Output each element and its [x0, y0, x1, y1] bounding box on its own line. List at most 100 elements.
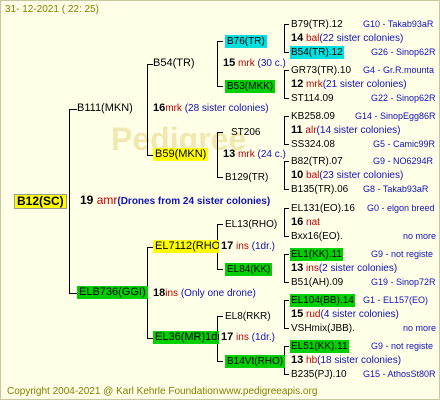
- gen1-kind-1: ins: [165, 288, 179, 299]
- connector-line: [284, 70, 285, 99]
- connector-line: [284, 116, 285, 145]
- gen4-kind-1: bal: [306, 33, 320, 44]
- gen2-num-2: 17: [221, 240, 234, 252]
- gen4-queen-8[interactable]: SS324.08: [291, 138, 335, 151]
- gen3-queen-3[interactable]: B129(TR): [225, 171, 268, 184]
- gen4-note-4: (21 sister colonies): [322, 79, 407, 90]
- gen4-num-4: 12: [291, 78, 304, 90]
- gen4-right-9: G9 - NO6294R: [373, 156, 434, 166]
- connector-line: [217, 41, 223, 42]
- gen4-mating-22: 13 hb(18 sister colonies): [291, 354, 401, 367]
- gen4-kind-4: mrk: [306, 79, 323, 90]
- gen4-num-7: 11: [291, 124, 303, 136]
- connector-line: [284, 374, 289, 375]
- connector-line: [217, 269, 223, 270]
- connector-line: [284, 70, 289, 71]
- gen2-queen-0[interactable]: B54(TR): [153, 57, 195, 70]
- gen1-queen-0[interactable]: B111(MKN): [77, 102, 133, 115]
- connector-line: [217, 224, 223, 225]
- gen2-mating-1: 13 mrk (24 c.): [223, 148, 286, 161]
- gen4-num-13: 16: [291, 216, 304, 228]
- gen4-queen-6[interactable]: KB258.09: [291, 110, 335, 123]
- gen4-mating-1: 14 bal(22 sister colonies): [291, 32, 403, 45]
- gen4-mating-16: 13 ins(2 sister colonies): [291, 262, 397, 275]
- gen4-queen-15[interactable]: EL1(KK).11: [290, 248, 343, 261]
- gen4-right-12: G0 - elgon breed: [367, 203, 435, 213]
- gen4-right-2: G26 - Sinop62R: [371, 47, 436, 57]
- connector-line: [284, 98, 289, 99]
- connector-line: [69, 293, 77, 294]
- gen4-queen-12[interactable]: EL131(EO).16: [291, 202, 355, 215]
- connector-line: [284, 282, 289, 283]
- connector-line: [284, 300, 285, 329]
- gen2-num-3: 17: [221, 331, 234, 343]
- gen2-kind-1: mrk: [238, 149, 255, 160]
- gen4-queen-2[interactable]: B54(TR).12: [290, 46, 344, 59]
- gen4-kind-13: nat: [306, 217, 320, 228]
- gen2-note-0: (30 c.): [257, 58, 286, 69]
- gen4-right-21: G9 - not registe: [371, 341, 434, 351]
- root-kind: amr: [96, 193, 118, 207]
- root-queen[interactable]: B12(SC): [14, 194, 67, 209]
- gen4-queen-11[interactable]: B135(TR).06: [291, 183, 348, 196]
- connector-line: [284, 346, 289, 347]
- gen4-queen-17[interactable]: B51(AH).09: [291, 276, 343, 289]
- gen4-mating-10: 10 bal(23 sister colonies): [291, 169, 403, 182]
- gen3-queen-5[interactable]: EL84(KK): [225, 263, 273, 276]
- connector-line: [217, 86, 223, 87]
- connector-line: [217, 132, 223, 133]
- gen4-queen-3[interactable]: GR73(TR).10: [291, 64, 351, 77]
- gen4-queen-9[interactable]: B82(TR).07: [291, 155, 343, 168]
- gen2-queen-1[interactable]: B59(MKN): [153, 148, 209, 161]
- pedigree-diagram: Pedigree 31- 12-2021 ( 22: 25) B12(SC) 1…: [0, 0, 440, 400]
- gen4-right-6: G14 - SinopEgg86R: [355, 111, 436, 121]
- gen4-queen-23[interactable]: B235(PJ).10: [291, 368, 347, 381]
- gen4-queen-5[interactable]: ST114.09: [291, 92, 334, 105]
- gen3-queen-4[interactable]: EL13(RHO): [225, 218, 277, 231]
- gen4-queen-14[interactable]: Bxx16(EO).: [291, 230, 343, 243]
- gen4-queen-0[interactable]: B79(TR).12: [291, 18, 343, 31]
- connector-line: [284, 161, 285, 190]
- gen4-num-22: 13: [291, 354, 304, 366]
- gen4-queen-18[interactable]: EL104(BB).14: [290, 294, 355, 307]
- gen4-right-15: G9 - not registe: [371, 249, 434, 259]
- gen3-queen-0[interactable]: B76(TR): [225, 35, 267, 48]
- connector-line: [69, 109, 77, 110]
- gen4-queen-20[interactable]: VSHmix(JBB).: [291, 322, 355, 335]
- connector-line: [284, 144, 289, 145]
- connector-line: [284, 254, 289, 255]
- gen4-right-8: G5 - Camic99R: [373, 139, 436, 149]
- gen4-right-5: G22 - Sinop62R: [371, 93, 436, 103]
- gen2-note-1: (24 c.): [257, 149, 286, 160]
- connector-line: [217, 41, 218, 87]
- gen4-mating-4: 12 mrk(21 sister colonies): [291, 78, 407, 91]
- connector-line: [284, 236, 289, 237]
- connector-line: [69, 109, 70, 294]
- gen2-num-1: 13: [223, 148, 236, 160]
- gen2-kind-2: ins: [236, 241, 249, 252]
- gen1-mating-1: 18ins (Only one drone): [153, 287, 256, 300]
- gen3-queen-6[interactable]: EL8(RKR): [225, 310, 271, 323]
- gen4-right-23: G15 - AthosSt80R: [363, 369, 436, 379]
- gen1-note-1: (Only one drone): [180, 288, 256, 299]
- gen4-note-22: (18 sister colonies): [317, 355, 402, 366]
- gen4-kind-16: ins: [306, 263, 319, 274]
- gen4-note-19: (4 sister colonies): [320, 309, 399, 320]
- gen4-note-10: (23 sister colonies): [319, 170, 404, 181]
- gen4-kind-19: rud: [306, 309, 321, 320]
- gen3-queen-1[interactable]: B53(MKK): [225, 80, 276, 93]
- gen4-mating-7: 11 alr(14 sister colonies): [291, 124, 400, 137]
- gen3-queen-2[interactable]: ST206: [231, 126, 260, 139]
- gen2-queen-2[interactable]: EL7112(RHO): [153, 240, 219, 253]
- gen4-queen-21[interactable]: EL51(KK).11: [290, 340, 349, 353]
- gen1-queen-1[interactable]: ELB736(GGI): [77, 286, 148, 299]
- footer-url[interactable]: www.pedigreeapis.org: [219, 385, 317, 398]
- connector-line: [284, 254, 285, 283]
- connector-line: [284, 189, 289, 190]
- connector-line: [217, 177, 223, 178]
- gen3-queen-7[interactable]: B14Vt(RHO): [225, 355, 286, 368]
- connector-line: [284, 161, 289, 162]
- gen4-note-1: (22 sister colonies): [319, 33, 404, 44]
- gen2-queen-3[interactable]: EL36(MR)1dr: [153, 331, 219, 344]
- gen4-kind-10: bal: [306, 170, 320, 181]
